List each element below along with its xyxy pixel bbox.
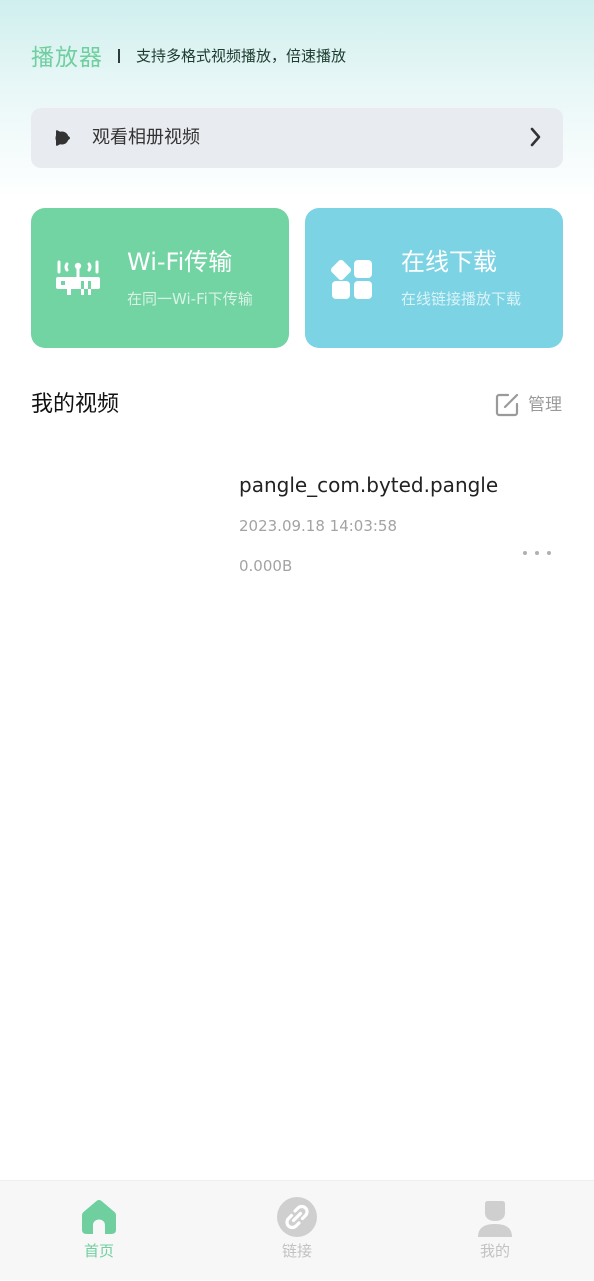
app-title: 播放器 (31, 45, 103, 71)
video-size: 0.000B (239, 557, 293, 575)
edit-icon (495, 393, 519, 417)
nav-tab-link[interactable]: 链接 (237, 1181, 357, 1281)
video-name: pangle_com.byted.pangle (239, 473, 499, 497)
watch-album-videos-button[interactable]: 观看相册视频 (31, 108, 563, 168)
nav-tab-home[interactable]: 首页 (39, 1181, 159, 1281)
more-dot-icon (547, 551, 551, 555)
video-thumbnail (31, 465, 221, 585)
router-icon (56, 260, 100, 295)
nav-tab-mine[interactable]: 我的 (435, 1181, 555, 1281)
wifi-transfer-card[interactable]: Wi-Fi传输 在同一Wi-Fi下传输 (31, 208, 289, 348)
my-videos-heading: 我的视频 (31, 392, 120, 417)
chevron-right-icon (530, 127, 541, 147)
play-bubble-icon (55, 130, 70, 146)
nav-label-link: 链接 (281, 1242, 312, 1260)
manage-label: 管理 (528, 395, 562, 415)
apps-grid-icon (330, 259, 372, 299)
link-icon (277, 1197, 317, 1237)
wifi-transfer-title: Wi-Fi传输 (127, 248, 233, 276)
more-dot-icon (523, 551, 527, 555)
home-icon (82, 1200, 116, 1234)
user-icon (478, 1201, 512, 1237)
video-list-item[interactable]: pangle_com.byted.pangle 2023.09.18 14:03… (31, 455, 563, 595)
more-options-button[interactable] (517, 543, 557, 563)
online-download-title: 在线下载 (401, 248, 497, 276)
bottom-navigation: 首页 链接 我的 (0, 1180, 594, 1280)
nav-label-mine: 我的 (479, 1242, 510, 1260)
header-background (0, 0, 594, 200)
watch-album-videos-label: 观看相册视频 (92, 127, 200, 148)
wifi-transfer-subtitle: 在同一Wi-Fi下传输 (127, 290, 253, 308)
more-dot-icon (535, 551, 539, 555)
online-download-card[interactable]: 在线下载 在线链接播放下载 (305, 208, 563, 348)
online-download-subtitle: 在线链接播放下载 (401, 290, 522, 308)
video-date: 2023.09.18 14:03:58 (239, 517, 398, 535)
nav-label-home: 首页 (83, 1242, 114, 1260)
title-divider (118, 49, 120, 63)
manage-button[interactable]: 管理 (495, 391, 567, 419)
app-subtitle: 支持多格式视频播放，倍速播放 (136, 47, 347, 65)
